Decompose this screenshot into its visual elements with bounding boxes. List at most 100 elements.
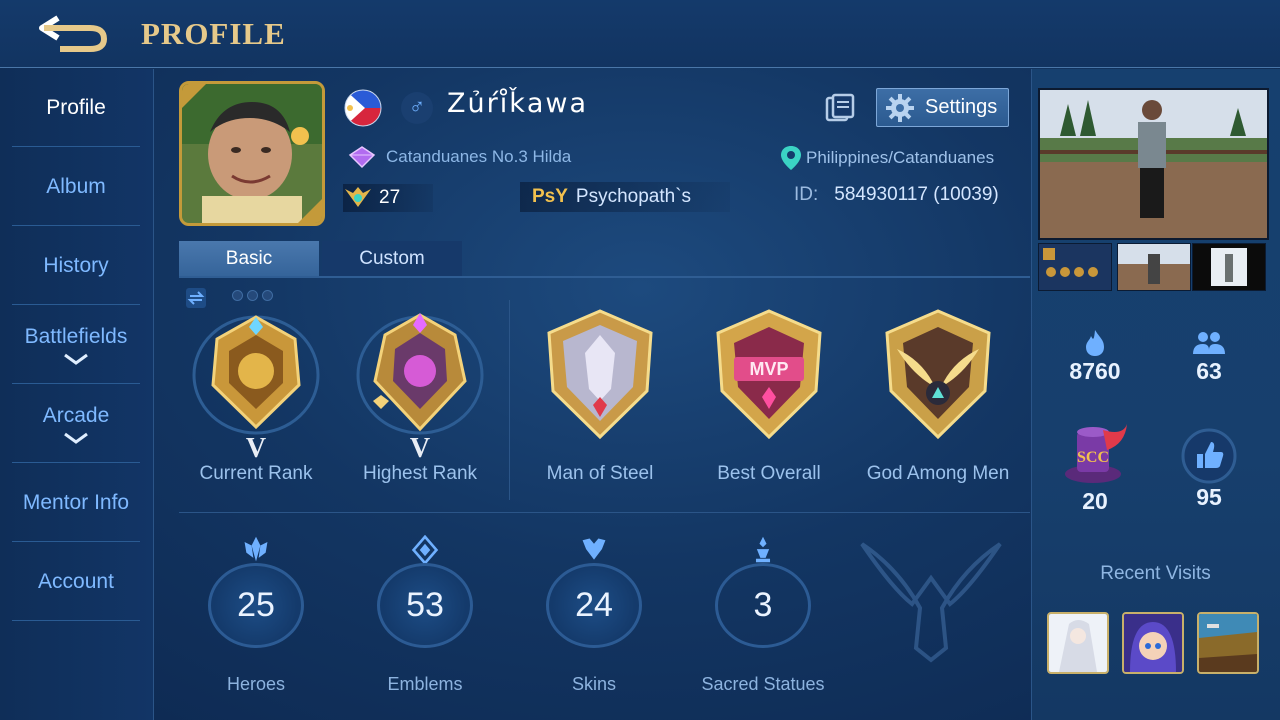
section-divider <box>179 512 1030 513</box>
badge-best-overall[interactable]: MVP Best Overall <box>689 305 849 495</box>
stat-ring: 24 <box>546 562 642 648</box>
avatar[interactable] <box>179 81 325 226</box>
stat-skins[interactable]: 24 Skins <box>519 535 669 695</box>
sidebar-item-label: Battlefields <box>24 324 128 348</box>
location-row: Philippines/Catanduanes <box>780 145 994 171</box>
followers-stat[interactable]: 63 <box>1159 328 1259 385</box>
level-badge: 27 <box>343 184 433 212</box>
stat-label: Skins <box>571 674 616 694</box>
photo-thumbnail[interactable] <box>1117 243 1191 291</box>
badge-label: Highest Rank <box>362 463 478 484</box>
top-header: PROFILE <box>0 0 1280 68</box>
winged-shield-icon <box>885 309 991 440</box>
stat-sacred-statues[interactable]: 3 Sacred Statues <box>688 535 838 695</box>
emblem-icon <box>411 535 439 565</box>
tab-label: Basic <box>225 247 273 269</box>
likes-stat[interactable]: 95 <box>1159 428 1259 511</box>
location-text: Philippines/Catanduanes <box>806 148 995 167</box>
tab-divider <box>179 276 1030 278</box>
sidebar-item-label: Mentor Info <box>22 490 130 514</box>
tab-basic[interactable]: Basic <box>179 241 319 276</box>
badge-label: Best Overall <box>717 463 821 484</box>
rank-tier: V <box>245 433 267 464</box>
popularity-stat[interactable]: 8760 <box>1045 328 1145 385</box>
photo-thumbnail[interactable] <box>1038 243 1112 291</box>
level-value: 27 <box>379 187 401 208</box>
recent-visitor-avatar[interactable] <box>1047 612 1109 674</box>
photo-thumb-icon <box>1118 244 1190 290</box>
photo-thumbnail[interactable] <box>1192 243 1266 291</box>
stat-value: 24 <box>575 585 613 624</box>
badge-man-of-steel[interactable]: Man of Steel <box>520 305 680 495</box>
back-arrow-icon[interactable] <box>34 12 110 54</box>
page-dots <box>232 290 273 301</box>
sidebar-item-label: Arcade <box>42 403 110 427</box>
chevron-down-icon <box>64 432 88 444</box>
level-wing-icon <box>345 187 371 207</box>
chevron-down-icon <box>64 353 88 365</box>
album-card-icon[interactable] <box>824 92 856 124</box>
id-label: ID: <box>794 184 819 205</box>
stat-value: 25 <box>237 585 275 624</box>
recent-visitor-avatar[interactable] <box>1122 612 1184 674</box>
svg-text:MVP: MVP <box>749 359 788 379</box>
sidebar-item-battlefields[interactable]: Battlefields <box>12 306 140 384</box>
recent-visitor-avatar[interactable] <box>1197 612 1259 674</box>
stat-label: Emblems <box>387 674 463 694</box>
settings-button[interactable]: Settings <box>876 88 1009 127</box>
gear-icon <box>886 93 914 122</box>
sidebar-item-account[interactable]: Account <box>12 543 140 621</box>
sidebar-item-mentor-info[interactable]: Mentor Info <box>12 464 140 542</box>
visitor-avatar-icon <box>1049 614 1107 672</box>
player-name: Zủŕi̊ǩawa <box>447 88 589 119</box>
stat-emblems[interactable]: 53 Emblems <box>350 535 500 695</box>
group-users-icon <box>1193 332 1225 354</box>
stat-heroes[interactable]: 25 Heroes <box>181 535 331 695</box>
badge-label: Man of Steel <box>546 463 654 484</box>
likes-value: 95 <box>1196 484 1222 510</box>
philippines-flag-icon <box>344 89 382 127</box>
male-gender-icon: ♂ <box>401 92 433 124</box>
rank-title-row: Catanduanes No.3 Hilda <box>346 145 571 169</box>
svg-text:SCC: SCC <box>1077 449 1109 466</box>
squad-tag: PsY <box>532 186 568 207</box>
visitor-avatar-icon <box>1199 614 1257 672</box>
thumbs-up-icon[interactable] <box>1181 428 1237 484</box>
squad-name: Psychopath`s <box>575 186 692 207</box>
sidebar-item-arcade[interactable]: Arcade <box>12 385 140 463</box>
sidebar-item-history[interactable]: History <box>12 227 140 305</box>
squad-row[interactable]: PsY Psychopath`s <box>520 182 730 212</box>
mvp-shield-icon: MVP <box>716 309 822 440</box>
profile-photo[interactable] <box>1038 88 1269 240</box>
charm-stat[interactable]: SCC 20 <box>1045 420 1145 515</box>
tab-label: Custom <box>359 247 425 269</box>
top-hat-icon: SCC <box>1065 424 1127 483</box>
badge-current-rank[interactable]: V Current Rank <box>176 305 336 495</box>
sidebar-nav: Profile Album History Battlefields Arcad… <box>0 69 154 720</box>
statue-icon <box>755 536 771 563</box>
stat-value: 3 <box>753 585 773 624</box>
avatar-portrait-icon <box>182 84 322 223</box>
sidebar-item-label: Profile <box>46 95 106 119</box>
sidebar-item-profile[interactable]: Profile <box>12 69 140 147</box>
followers-value: 63 <box>1196 358 1222 384</box>
hero-icon <box>244 536 268 562</box>
badge-god-among-men[interactable]: God Among Men <box>858 305 1018 495</box>
id-value: 584930117 (10039) <box>834 184 999 205</box>
tab-custom[interactable]: Custom <box>322 241 462 276</box>
sidebar-item-album[interactable]: Album <box>12 148 140 226</box>
lion-rank-icon <box>192 315 320 435</box>
knight-shield-icon <box>547 309 653 440</box>
stat-ring: 53 <box>377 562 473 648</box>
badge-highest-rank[interactable]: V Highest Rank <box>340 305 500 495</box>
badge-label: God Among Men <box>866 463 1010 484</box>
sidebar-item-label: Account <box>38 569 114 593</box>
charm-value: 20 <box>1082 488 1108 514</box>
settings-label: Settings <box>925 96 998 118</box>
popularity-value: 8760 <box>1069 358 1121 384</box>
visitor-avatar-icon <box>1124 614 1182 672</box>
diamond-rank-icon <box>348 146 376 169</box>
photo-person-icon <box>1040 90 1267 238</box>
page-title: PROFILE <box>141 16 286 51</box>
stat-value: 53 <box>406 585 444 624</box>
